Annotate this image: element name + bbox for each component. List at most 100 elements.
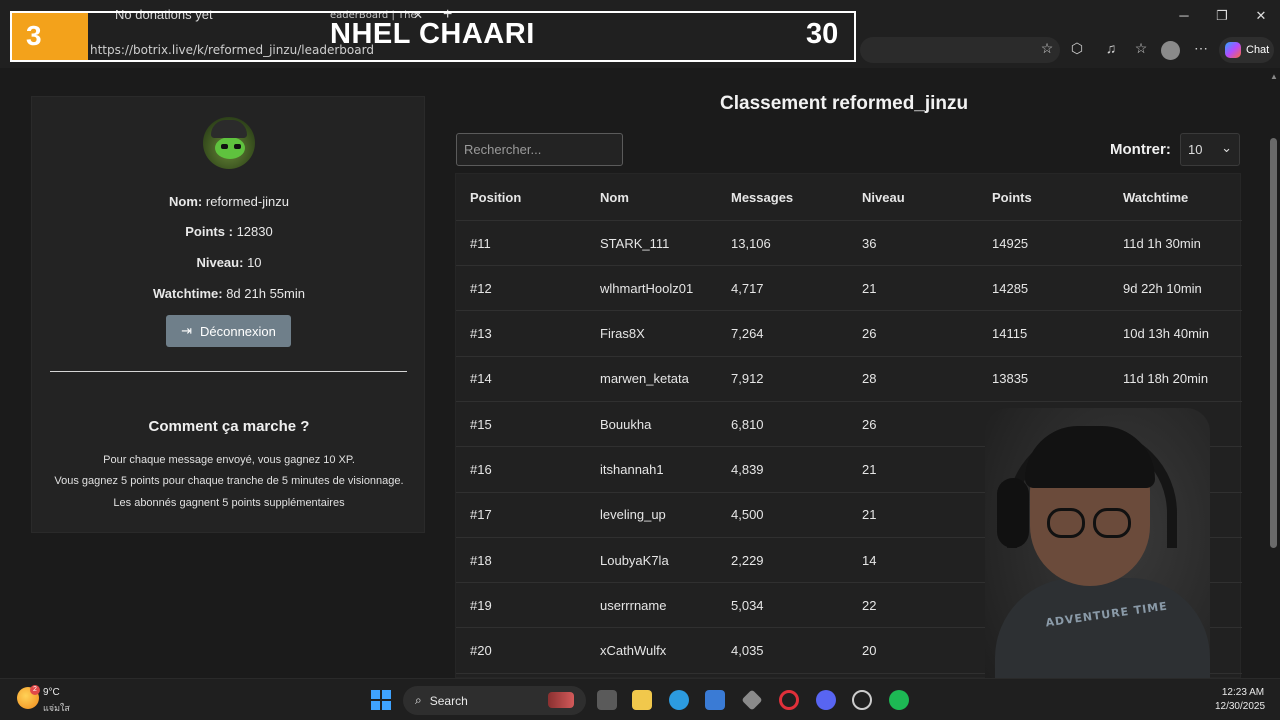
table-cell: 14925 bbox=[992, 235, 1029, 251]
profile-points-line: Points : 12830 bbox=[185, 224, 273, 239]
close-window-icon[interactable]: ✕ bbox=[1251, 8, 1271, 24]
profile-watchtime-line: Watchtime: 8d 21h 55min bbox=[153, 286, 305, 301]
overlay-name: NHEL CHAARI bbox=[330, 18, 535, 50]
taskbar: 2 9°C แจ่มใส ⌕ Search 12:23 AM 12/30/202… bbox=[0, 678, 1280, 720]
profile-name-line: Nom: reformed-jinzu bbox=[169, 194, 289, 209]
table-header: Position Nom Messages Niveau Points Watc… bbox=[456, 174, 1242, 221]
table-cell: Bouukha bbox=[600, 416, 652, 432]
obs-icon[interactable] bbox=[852, 690, 872, 710]
how-line: Vous gagnez 5 points pour chaque tranche… bbox=[54, 475, 404, 487]
address-bar-bg[interactable] bbox=[860, 37, 1060, 63]
search-input[interactable] bbox=[456, 133, 623, 166]
column-header[interactable]: Niveau bbox=[862, 174, 905, 220]
table-cell: 21 bbox=[862, 462, 877, 477]
table-cell: 11d 18h 20min bbox=[1123, 371, 1209, 387]
show-count-select[interactable]: 10 ⌄ bbox=[1180, 133, 1240, 166]
more-menu-icon[interactable]: ⋯ bbox=[1191, 40, 1211, 60]
table-cell: itshannah1 bbox=[600, 462, 664, 477]
show-count-value: 10 bbox=[1188, 142, 1203, 157]
table-cell: #20 bbox=[470, 643, 492, 659]
logout-icon: ⇥ bbox=[181, 323, 192, 338]
table-cell: 4,717 bbox=[731, 280, 764, 296]
spotify-icon[interactable] bbox=[889, 690, 909, 710]
leaderboard-title: Classement reformed_jinzu bbox=[720, 93, 969, 114]
column-header[interactable]: Position bbox=[470, 174, 521, 220]
copilot-label: Chat bbox=[1246, 44, 1270, 56]
column-header[interactable]: Nom bbox=[600, 174, 629, 220]
how-line: Les abonnés gagnent 5 points supplémenta… bbox=[113, 497, 345, 509]
table-cell: wlhmartHoolz01 bbox=[600, 280, 694, 296]
table-cell: 13835 bbox=[992, 371, 1029, 387]
show-label: Montrer: bbox=[1110, 141, 1171, 158]
extensions-icon[interactable]: ⬡ bbox=[1067, 40, 1087, 60]
table-cell: #12 bbox=[470, 280, 492, 296]
favorite-star-icon[interactable]: ☆ bbox=[1037, 40, 1057, 60]
overlay-points: 30 bbox=[806, 18, 839, 50]
table-row: #13 Firas8X 7,264 26 14115 10d 13h 40min bbox=[456, 312, 1242, 357]
chevron-down-icon: ⌄ bbox=[1221, 140, 1232, 155]
how-it-works-title: Comment ça marche ? bbox=[148, 418, 310, 435]
table-cell: 14 bbox=[862, 552, 877, 568]
column-header[interactable]: Watchtime bbox=[1123, 174, 1188, 220]
table-cell: 26 bbox=[862, 416, 877, 432]
search-icon: ⌕ bbox=[415, 693, 422, 707]
table-row: #11 STARK_111 13,106 36 14925 11d 1h 30min bbox=[456, 221, 1242, 266]
table-cell: 13,106 bbox=[731, 235, 771, 251]
table-cell: #15 bbox=[470, 416, 492, 432]
media-icon[interactable]: ♫ bbox=[1101, 40, 1121, 60]
search-highlight-icon bbox=[548, 692, 574, 708]
table-cell: LoubyaK7la bbox=[600, 552, 669, 568]
store-icon[interactable] bbox=[705, 690, 725, 710]
table-cell: 2,229 bbox=[731, 552, 764, 568]
table-cell: STARK_111 bbox=[600, 235, 670, 251]
taskbar-search-label: Search bbox=[429, 693, 468, 708]
favorites-icon[interactable]: ☆ bbox=[1131, 40, 1151, 60]
scrollbar[interactable]: ▲ bbox=[1268, 68, 1280, 678]
table-cell: #18 bbox=[470, 552, 492, 568]
overlay-rank: 3 bbox=[12, 13, 88, 60]
scroll-thumb[interactable] bbox=[1270, 138, 1277, 548]
task-view-icon[interactable] bbox=[597, 690, 617, 710]
weather-badge: 2 bbox=[30, 685, 40, 695]
opera-icon[interactable] bbox=[779, 690, 799, 710]
table-cell: marwen_ketata bbox=[600, 371, 689, 387]
scroll-up-icon[interactable]: ▲ bbox=[1270, 72, 1278, 81]
maximize-icon[interactable]: ❐ bbox=[1212, 8, 1232, 24]
copilot-chat-button[interactable]: Chat bbox=[1219, 37, 1274, 63]
table-cell: Firas8X bbox=[600, 326, 645, 342]
table-cell: userrrname bbox=[600, 597, 667, 613]
table-cell: xCathWulfx bbox=[600, 643, 667, 659]
logout-button[interactable]: ⇥ Déconnexion bbox=[166, 315, 291, 347]
file-explorer-icon[interactable] bbox=[632, 690, 652, 710]
table-cell: 22 bbox=[862, 597, 877, 613]
column-header[interactable]: Messages bbox=[731, 174, 793, 220]
table-cell: #19 bbox=[470, 597, 492, 613]
webcam-overlay: ADVENTURE TIME bbox=[985, 408, 1210, 720]
user-avatar bbox=[203, 117, 255, 169]
table-cell: 7,912 bbox=[731, 371, 764, 387]
clock-time[interactable]: 12:23 AM bbox=[1218, 687, 1268, 698]
taskbar-search[interactable]: ⌕ Search bbox=[403, 686, 586, 715]
table-cell: 14115 bbox=[992, 326, 1028, 342]
table-cell: #14 bbox=[470, 371, 492, 387]
column-header[interactable]: Points bbox=[992, 174, 1032, 220]
divider bbox=[50, 371, 407, 372]
logout-label: Déconnexion bbox=[200, 323, 276, 339]
table-cell: 28 bbox=[862, 371, 877, 387]
discord-icon[interactable] bbox=[816, 690, 836, 710]
table-cell: 4,839 bbox=[731, 462, 764, 477]
table-row: #14 marwen_ketata 7,912 28 13835 11d 18h 20mi… bbox=[456, 357, 1242, 402]
app-icon[interactable] bbox=[741, 689, 763, 711]
profile-card: Nom: reformed-jinzu Points : 12830 Nivea… bbox=[31, 96, 425, 533]
table-cell: 11d 1h 30min bbox=[1123, 235, 1201, 251]
profile-level-line: Niveau: 10 bbox=[196, 255, 262, 270]
table-cell: #17 bbox=[470, 507, 492, 523]
start-button[interactable] bbox=[371, 690, 391, 710]
table-cell: 4,035 bbox=[731, 643, 764, 659]
edge-icon[interactable] bbox=[669, 690, 689, 710]
profile-avatar-icon[interactable] bbox=[1161, 41, 1180, 60]
table-cell: 7,264 bbox=[731, 326, 764, 342]
clock-date[interactable]: 12/30/2025 bbox=[1212, 701, 1268, 712]
minimize-icon[interactable]: ─ bbox=[1174, 8, 1194, 23]
table-cell: 9d 22h 10min bbox=[1123, 280, 1202, 296]
